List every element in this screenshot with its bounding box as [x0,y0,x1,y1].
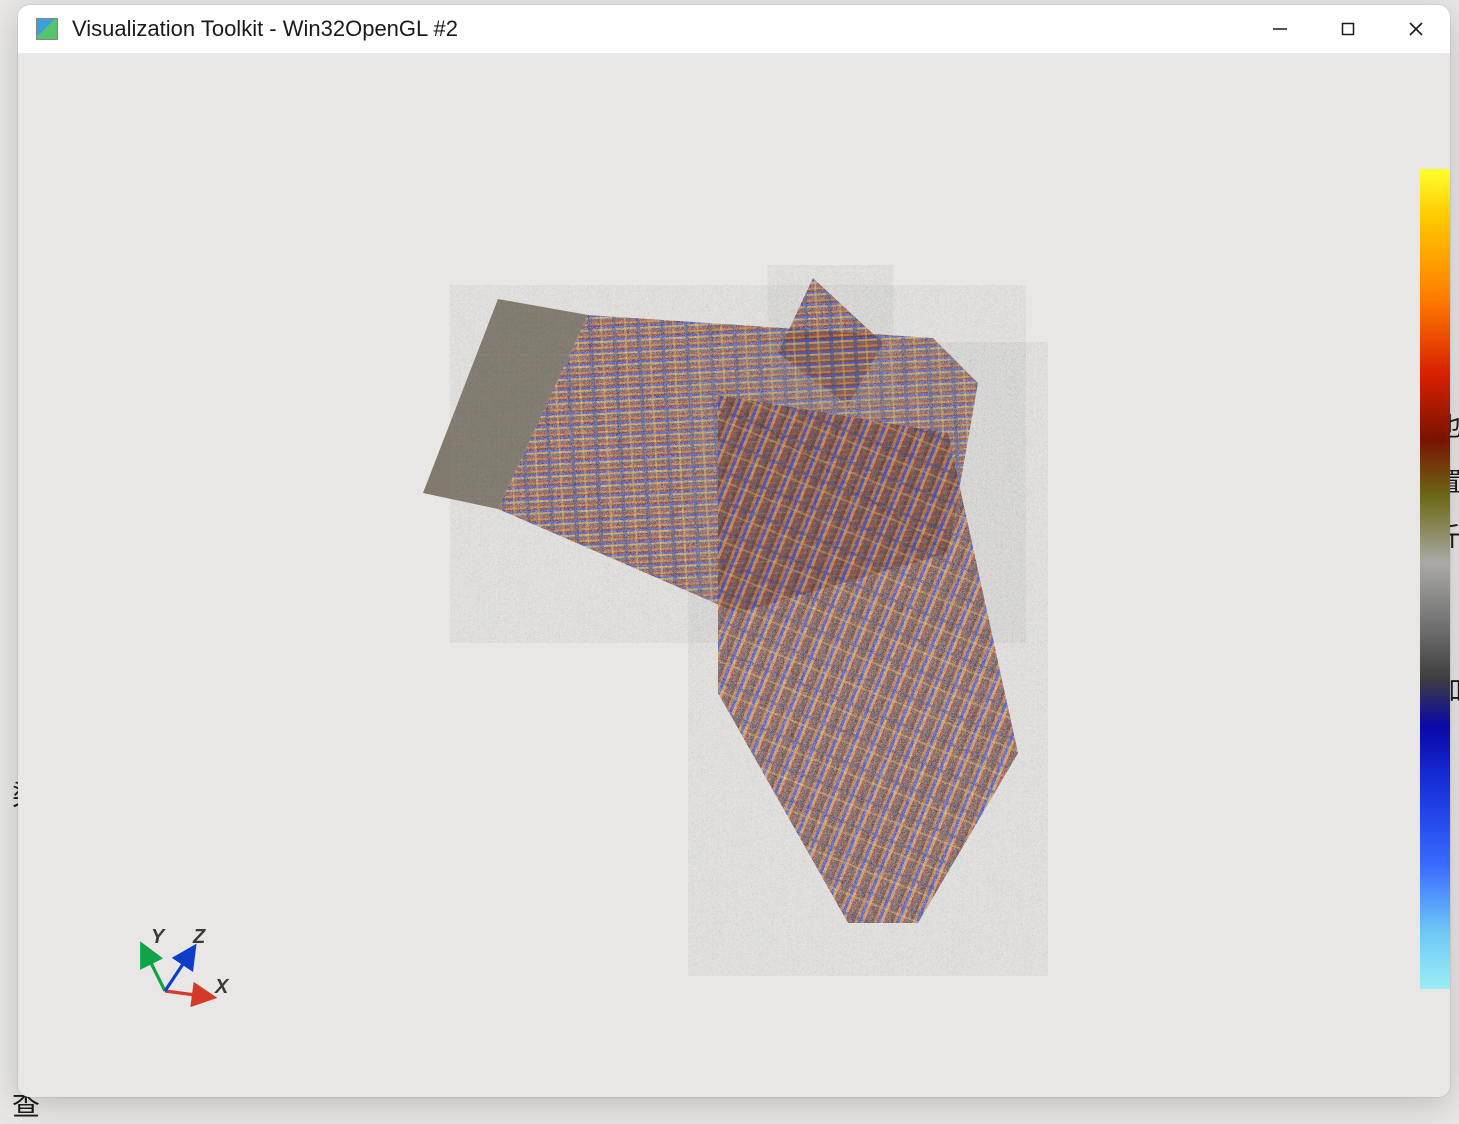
window-title: Visualization Toolkit - Win32OpenGL #2 [72,16,458,42]
maximize-button[interactable] [1314,5,1382,53]
minimize-icon [1272,21,1288,37]
axis-label-y: Y [151,926,166,948]
maximize-icon [1340,21,1356,37]
seismic-crossline-slice [718,395,1018,923]
app-window: Visualization Toolkit - Win32OpenGL #2 [18,5,1450,1097]
app-icon [36,18,58,40]
axis-label-x: X [214,976,230,998]
titlebar[interactable]: Visualization Toolkit - Win32OpenGL #2 [18,5,1450,53]
axis-label-z: Z [192,926,206,948]
render-viewport[interactable]: X Y Z [18,53,1450,1097]
orientation-triad[interactable]: X Y Z [133,925,243,1015]
close-button[interactable] [1382,5,1450,53]
minimize-button[interactable] [1246,5,1314,53]
color-scale-bar [1420,169,1450,989]
close-icon [1408,21,1424,37]
